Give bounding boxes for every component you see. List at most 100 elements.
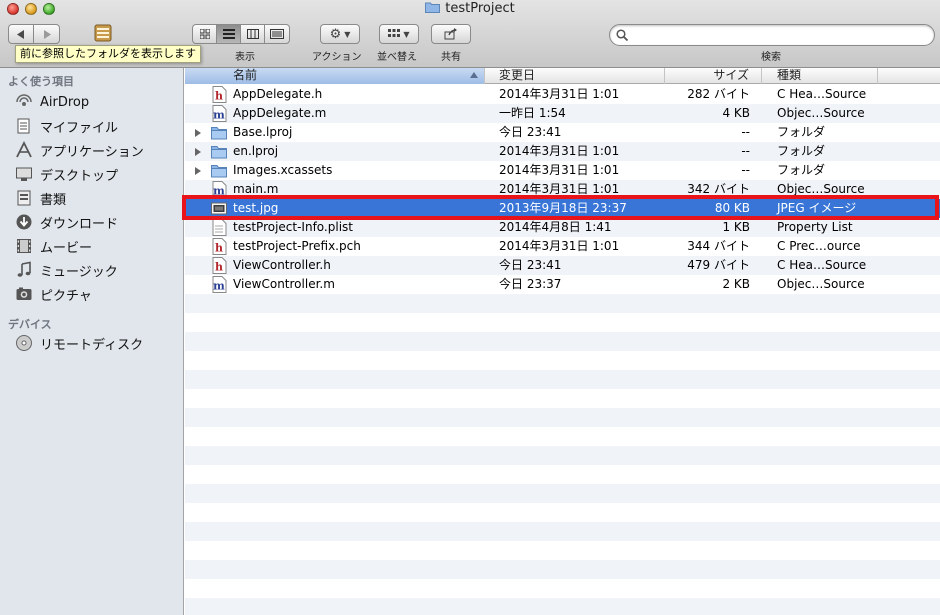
file-date: 2014年3月31日 1:01	[499, 163, 620, 177]
sidebar-item-remote-disc[interactable]: リモートディスク	[15, 332, 180, 354]
svg-text:h: h	[215, 242, 223, 255]
file-size: 342 バイト	[687, 182, 750, 196]
sidebar-item-desktop[interactable]: デスクトップ	[15, 163, 180, 185]
header-file-icon: h	[211, 257, 227, 274]
file-row-testproject-prefix-pch[interactable]: h testProject-Prefix.pch 2014年3月31日 1:01 34…	[185, 237, 940, 256]
file-date: 一昨日 1:54	[499, 106, 566, 120]
file-name: AppDelegate.m	[233, 106, 327, 120]
file-row-appdelegate-m[interactable]: m AppDelegate.m 一昨日 1:54 4 KB Objec…Source	[185, 104, 940, 123]
sidebar-item-pictures[interactable]: ピクチャ	[15, 283, 180, 305]
library-icon[interactable]	[92, 22, 114, 44]
svg-text:m: m	[213, 109, 225, 122]
arrange-label: 並べ替え	[377, 52, 417, 63]
file-row-main-m[interactable]: m main.m 2014年3月31日 1:01 342 バイト Objec…Sourc…	[185, 180, 940, 199]
sidebar-item-all-my-files[interactable]: マイファイル	[15, 115, 180, 137]
sidebar-item-label: ダウンロード	[40, 216, 119, 232]
applications-icon	[15, 141, 33, 159]
coverflow-view-button[interactable]	[265, 25, 289, 43]
search-input[interactable]	[632, 27, 922, 43]
action-label: アクション	[312, 52, 362, 63]
sort-ascending-icon	[470, 72, 478, 78]
file-row-appdelegate-h[interactable]: h AppDelegate.h 2014年3月31日 1:01 282 バイト C He…	[185, 85, 940, 104]
file-size: 80 KB	[714, 201, 750, 215]
folder-icon	[211, 162, 227, 179]
file-date: 今日 23:37	[499, 277, 562, 291]
sidebar-item-label: リモートディスク	[40, 337, 144, 353]
svg-text:m: m	[213, 185, 225, 198]
column-header-name-label: 名前	[233, 68, 258, 82]
column-header-name[interactable]: 名前	[185, 68, 485, 84]
sidebar-item-airdrop[interactable]: AirDrop	[15, 91, 180, 113]
objc-source-file-icon: m	[211, 181, 227, 198]
column-header: 名前 変更日 サイズ 種類	[185, 68, 940, 84]
favorites-heading: よく使う項目	[8, 75, 74, 88]
list-view-icon	[222, 29, 235, 39]
file-row-base-lproj[interactable]: Base.lproj 今日 23:41 -- フォルダ	[185, 123, 940, 142]
sidebar-item-label: ムービー	[40, 240, 93, 256]
file-kind: JPEG イメージ	[777, 201, 857, 215]
airdrop-icon	[15, 93, 33, 111]
file-row-viewcontroller-m[interactable]: m ViewController.m 今日 23:37 2 KB Objec…Sourc…	[185, 275, 940, 294]
column-view-button[interactable]	[241, 25, 265, 43]
file-name: ViewController.h	[233, 258, 331, 272]
sidebar-item-movies[interactable]: ムービー	[15, 235, 180, 257]
back-button[interactable]	[9, 25, 34, 43]
file-row-viewcontroller-h[interactable]: h ViewController.h 今日 23:41 479 バイト C Hea…So…	[185, 256, 940, 275]
file-list: 名前 変更日 サイズ 種類 h AppDelegate.h 2014年3月31日 1…	[185, 68, 940, 615]
file-name: AppDelegate.h	[233, 87, 323, 101]
column-view-icon	[246, 29, 259, 39]
toolbar: testProject 表示 ⚙ ▼ アクション ▼ 並べ替え 共有 検索 前に…	[0, 0, 940, 68]
file-row-test-jpg[interactable]: test.jpg 2013年9月18日 23:37 80 KB JPEG イメージ	[185, 199, 940, 218]
arrange-button[interactable]: ▼	[379, 24, 419, 44]
objc-source-file-icon: m	[211, 276, 227, 293]
file-row-images-xcassets[interactable]: Images.xcassets 2014年3月31日 1:01 -- フォルダ	[185, 161, 940, 180]
sidebar-item-label: アプリケーション	[40, 144, 144, 160]
share-button[interactable]	[431, 24, 471, 44]
sidebar-item-downloads[interactable]: ダウンロード	[15, 211, 180, 233]
file-name: Base.lproj	[233, 125, 293, 139]
column-header-kind-label: 種類	[777, 68, 802, 82]
sidebar-item-applications[interactable]: アプリケーション	[15, 139, 180, 161]
sidebar-item-label: AirDrop	[40, 94, 90, 110]
file-kind: Objec…Source	[777, 106, 865, 120]
icon-view-icon	[199, 29, 210, 39]
file-name: Images.xcassets	[233, 163, 333, 177]
music-icon	[15, 261, 33, 279]
file-row-en-lproj[interactable]: en.lproj 2014年3月31日 1:01 -- フォルダ	[185, 142, 940, 161]
file-size: 479 バイト	[687, 258, 750, 272]
svg-text:m: m	[213, 280, 225, 293]
folder-icon	[211, 124, 227, 141]
column-header-kind[interactable]: 種類	[762, 68, 878, 84]
sidebar-item-music[interactable]: ミュージック	[15, 259, 180, 281]
movies-icon	[15, 237, 33, 255]
file-size: --	[741, 125, 750, 139]
file-kind: フォルダ	[777, 144, 826, 158]
chevron-down-icon: ▼	[344, 29, 351, 39]
search-icon	[616, 29, 628, 41]
sidebar-item-label: 書類	[40, 192, 67, 208]
file-size: --	[741, 144, 750, 158]
search-field[interactable]	[609, 24, 935, 46]
pictures-icon	[15, 285, 33, 303]
file-date: 2014年3月31日 1:01	[499, 144, 620, 158]
forward-button[interactable]	[34, 25, 59, 43]
file-date: 2014年3月31日 1:01	[499, 87, 620, 101]
view-mode-control	[192, 24, 290, 44]
disclosure-triangle-icon[interactable]	[195, 129, 201, 137]
list-view-button[interactable]	[217, 25, 241, 43]
icon-view-button[interactable]	[193, 25, 217, 43]
plist-file-icon	[211, 219, 227, 236]
objc-source-file-icon: m	[211, 105, 227, 122]
column-header-date[interactable]: 変更日	[485, 68, 665, 84]
sidebar-item-label: マイファイル	[40, 120, 119, 136]
action-button[interactable]: ⚙ ▼	[320, 24, 360, 44]
disclosure-triangle-icon[interactable]	[195, 148, 201, 156]
disclosure-triangle-icon[interactable]	[195, 167, 201, 175]
file-size: --	[741, 163, 750, 177]
column-header-size[interactable]: サイズ	[665, 68, 762, 84]
arrange-icon	[388, 29, 401, 37]
file-size: 282 バイト	[687, 87, 750, 101]
file-row-testproject-info-plist[interactable]: testProject-Info.plist 2014年4月8日 1:41 1 KB…	[185, 218, 940, 237]
sidebar-item-documents[interactable]: 書類	[15, 187, 180, 209]
file-size: 4 KB	[722, 106, 750, 120]
